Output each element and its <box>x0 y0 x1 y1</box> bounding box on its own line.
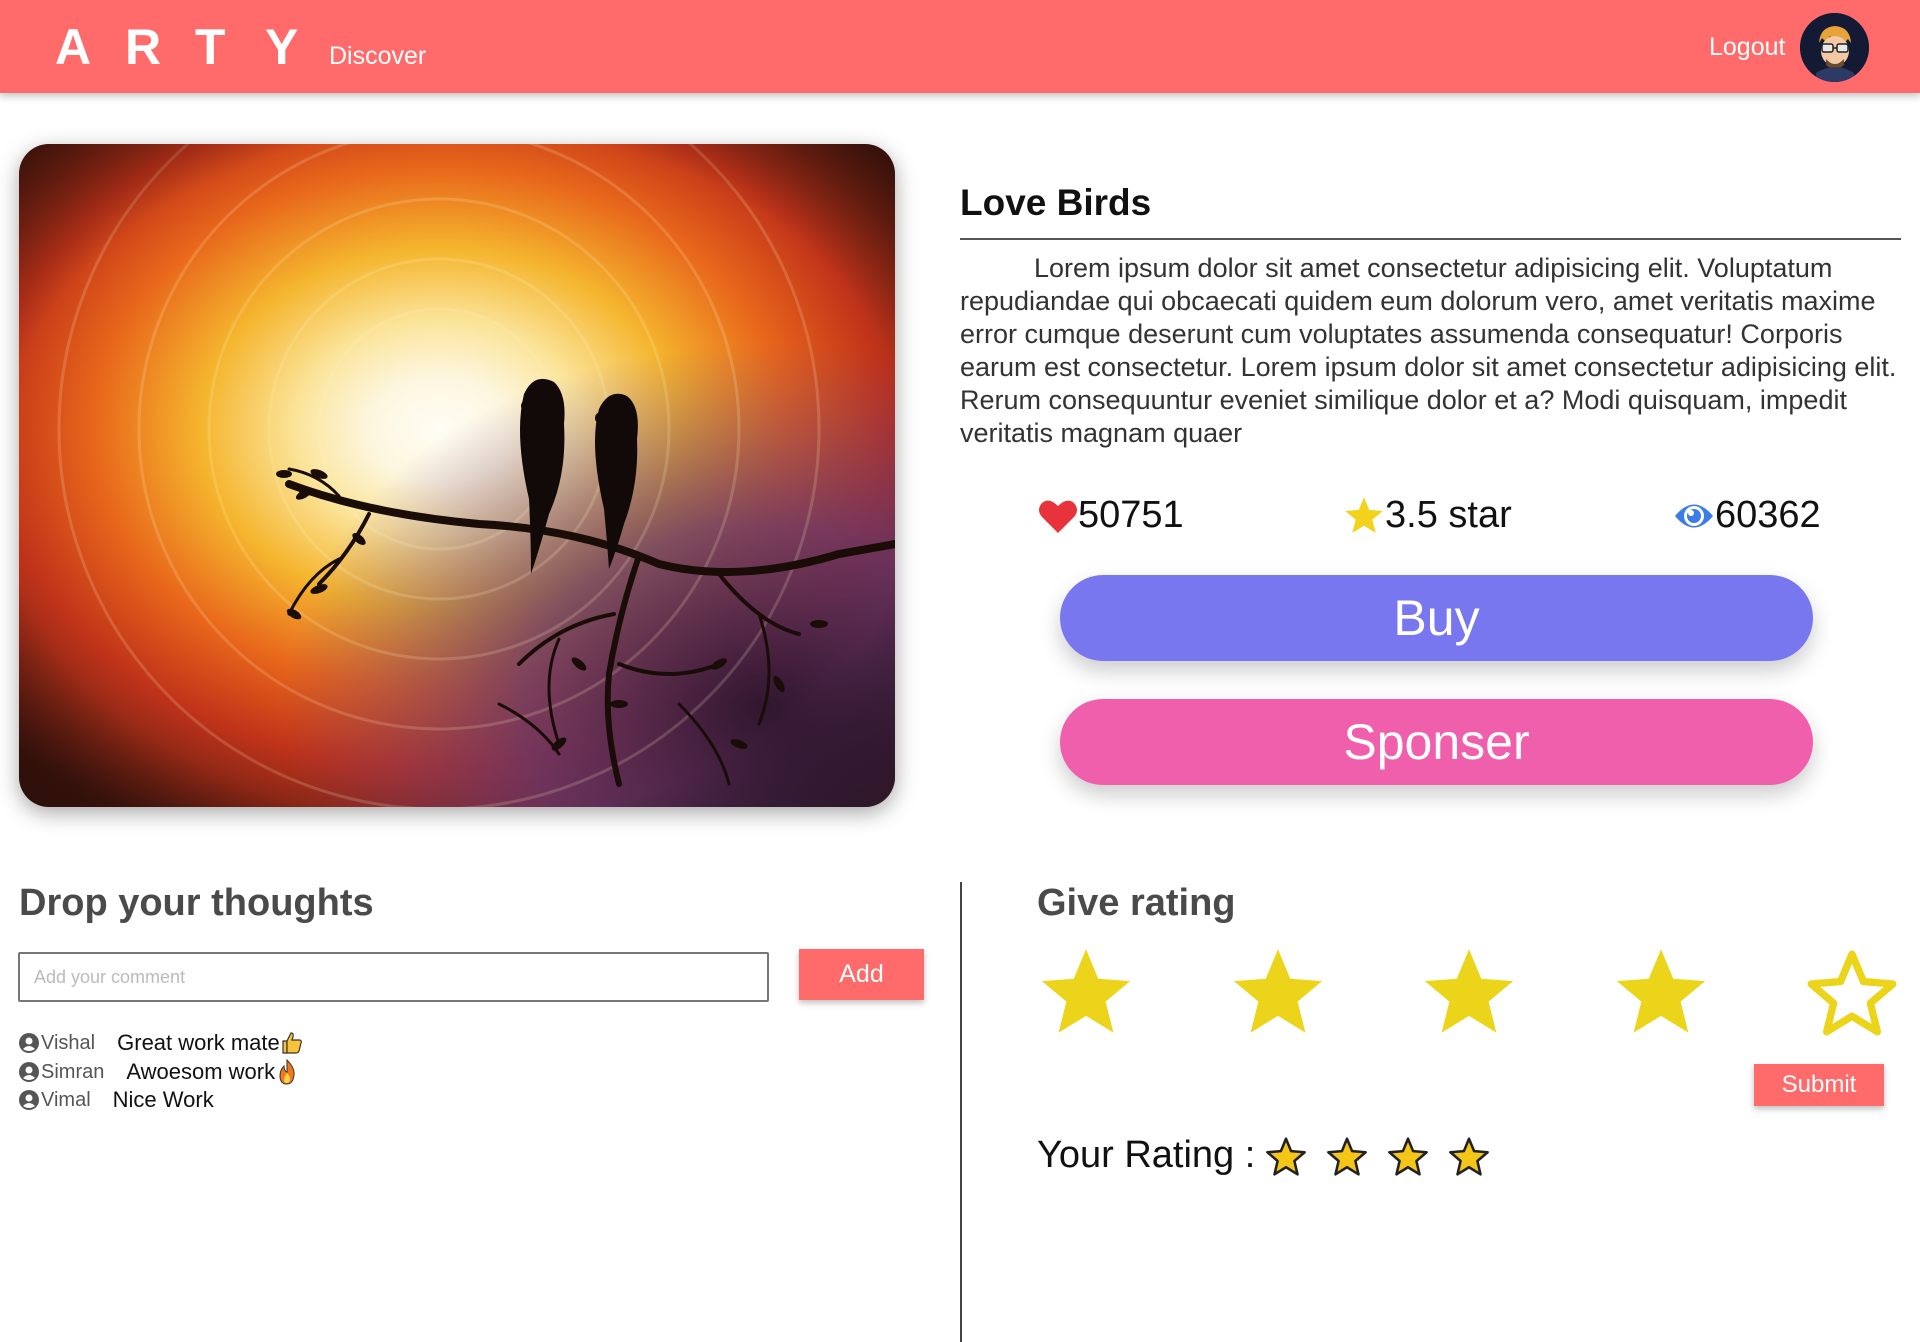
artwork-image <box>19 144 895 807</box>
likes-stat[interactable]: 50751 <box>1038 494 1184 537</box>
views-count: 60362 <box>1715 494 1821 536</box>
user-circle-icon <box>19 1033 39 1053</box>
comment-username: Simran <box>41 1060 105 1083</box>
your-rating-label: Your Rating : <box>1037 1134 1256 1176</box>
star-icon <box>1345 496 1383 533</box>
submit-rating-button[interactable]: Submit <box>1754 1064 1884 1106</box>
comments-heading: Drop your thoughts <box>19 882 374 924</box>
love-birds-painting <box>19 144 895 807</box>
user-circle-icon <box>19 1062 39 1082</box>
logout-link[interactable]: Logout <box>1709 33 1785 62</box>
logo-letter: T <box>195 19 228 75</box>
logo-letter: Y <box>265 19 301 75</box>
small-star-icon <box>1449 1137 1489 1176</box>
buy-button[interactable]: Buy <box>1060 575 1813 661</box>
comment-text: Great work mate <box>117 1030 280 1055</box>
logo-letter: A <box>55 19 94 75</box>
logo-letter: R <box>125 19 164 75</box>
rating-value: 3.5 star <box>1385 494 1512 536</box>
comment-text: Awoesom work <box>126 1059 276 1084</box>
small-star-icon <box>1327 1137 1367 1176</box>
your-rating-stars <box>1264 1136 1491 1178</box>
top-navbar: A R T Y Discover Logout <box>0 0 1920 93</box>
rating-heading: Give rating <box>1037 882 1236 924</box>
nav-discover-link[interactable]: Discover <box>329 42 426 71</box>
rating-stat: 3.5 star <box>1343 494 1512 537</box>
rating-star-3-icon[interactable] <box>1420 946 1518 1040</box>
title-divider <box>960 238 1901 240</box>
rating-star-2-icon[interactable] <box>1229 946 1327 1040</box>
small-star-icon <box>1266 1137 1306 1176</box>
comment-input[interactable] <box>18 952 769 1002</box>
comment-user[interactable]: Vishal <box>19 1032 95 1055</box>
section-divider <box>960 882 962 1342</box>
add-comment-button[interactable]: Add <box>799 949 924 1000</box>
list-item: Vishal Great work mate <box>19 1030 304 1056</box>
likes-count: 50751 <box>1078 494 1184 536</box>
heart-icon <box>1039 500 1077 533</box>
avatar-icon <box>1800 13 1869 82</box>
views-stat: 60362 <box>1673 494 1821 537</box>
artwork-title: Love Birds <box>960 182 1152 223</box>
comment-text: Nice Work <box>112 1087 214 1112</box>
list-item: Simran Awoesom work <box>19 1059 299 1085</box>
eye-icon <box>1675 504 1713 527</box>
logo[interactable]: A R T Y <box>55 18 301 76</box>
rating-star-4-icon[interactable] <box>1612 946 1710 1040</box>
comment-username: Vimal <box>41 1088 91 1111</box>
comment-user[interactable]: Simran <box>19 1061 104 1084</box>
comment-user[interactable]: Vimal <box>19 1089 91 1112</box>
avatar[interactable] <box>1800 13 1869 82</box>
small-star-icon <box>1388 1137 1428 1176</box>
rating-star-5-icon[interactable] <box>1803 946 1901 1040</box>
thumbs-up-icon <box>282 1032 302 1054</box>
fire-icon <box>279 1059 295 1085</box>
artwork-description: Lorem ipsum dolor sit amet consectetur a… <box>960 253 1897 448</box>
list-item: Vimal Nice Work <box>19 1087 214 1113</box>
rating-star-1-icon[interactable] <box>1037 946 1135 1040</box>
comment-username: Vishal <box>41 1031 96 1054</box>
user-circle-icon <box>19 1090 39 1110</box>
sponser-button[interactable]: Sponser <box>1060 699 1813 785</box>
